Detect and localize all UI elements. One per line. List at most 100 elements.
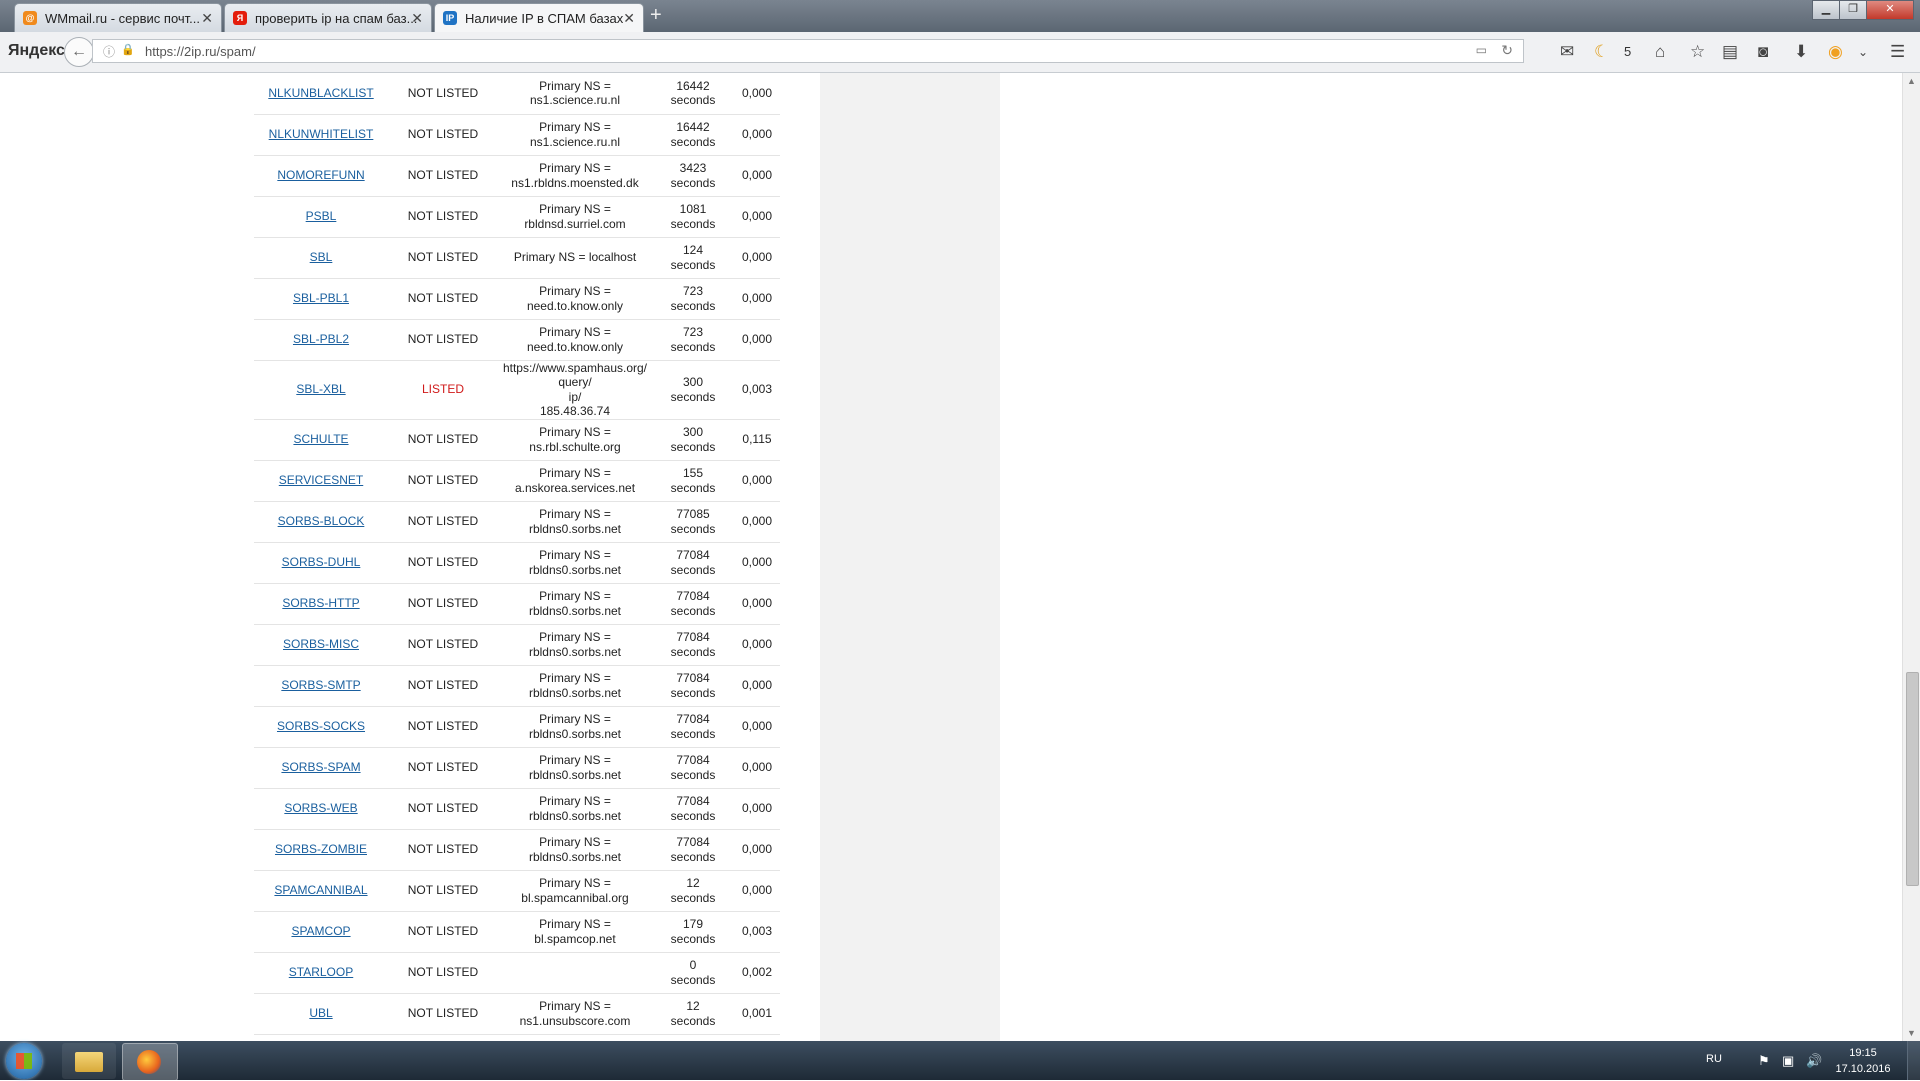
reader-view-icon[interactable]: ▭: [1476, 43, 1487, 57]
yandex-logo[interactable]: Яндекс: [8, 42, 65, 60]
lock-icon[interactable]: 🔒: [121, 43, 135, 56]
status-text: NOT LISTED: [407, 965, 479, 980]
ttl-line: 723: [682, 284, 704, 298]
blacklist-link[interactable]: SBL-PBL2: [293, 332, 349, 346]
response-time-cell: 0,000: [734, 747, 780, 789]
ttl-cell: 124 seconds: [652, 237, 734, 279]
pocket-icon[interactable]: ◙: [1758, 42, 1768, 62]
blacklist-name-cell: SORBS-SMTP: [254, 665, 388, 707]
ttl-line: 77084: [676, 835, 710, 849]
ns-line: rbldns0.sorbs.net: [528, 603, 622, 618]
home-icon[interactable]: ⌂: [1655, 42, 1665, 62]
close-icon[interactable]: ✕: [201, 4, 213, 32]
scroll-up-icon[interactable]: ▲: [1907, 76, 1916, 86]
mail-icon[interactable]: ✉: [1560, 42, 1574, 62]
show-desktop-button[interactable]: [1907, 1041, 1920, 1080]
close-icon[interactable]: ✕: [411, 4, 423, 32]
arrow-left-icon: ←: [71, 43, 87, 60]
maximize-button[interactable]: ❐: [1839, 0, 1867, 20]
blacklist-link[interactable]: SORBS-WEB: [284, 801, 357, 815]
vertical-scrollbar[interactable]: ▲ ▼: [1902, 73, 1920, 1041]
start-button[interactable]: [6, 1043, 42, 1079]
blacklist-name-cell: SORBS-SPAM: [254, 747, 388, 789]
ns-line: Primary NS =: [539, 589, 611, 603]
blacklist-link[interactable]: SORBS-SOCKS: [277, 719, 365, 733]
blacklist-link[interactable]: SERVICESNET: [279, 473, 363, 487]
response-time: 0,001: [741, 1006, 773, 1021]
ns-line: ns1.rbldns.moensted.dk: [511, 175, 639, 190]
scrollbar-thumb[interactable]: [1906, 672, 1919, 886]
address-bar[interactable]: ⓘ 🔒 https://2ip.ru/spam/ ▭ ↻: [92, 39, 1524, 63]
ttl-line: 1081: [679, 202, 707, 216]
blacklist-link[interactable]: SORBS-ZOMBIE: [275, 842, 367, 856]
ttl-line: 16442: [676, 78, 710, 93]
extension-icon[interactable]: ◉: [1828, 42, 1843, 62]
ns-line: rbldnsd.surriel.com: [524, 216, 626, 231]
blacklist-link[interactable]: SPAMCOP: [291, 924, 350, 938]
ttl-line: seconds: [670, 298, 716, 313]
flag-icon[interactable]: ⚑: [1758, 1053, 1770, 1069]
blacklist-link[interactable]: SORBS-MISC: [283, 637, 359, 651]
blacklist-link[interactable]: NLKUNWHITELIST: [269, 127, 374, 141]
table-row: SORBS-SPAM NOT LISTED Primary NS = rbldns0.…: [254, 747, 780, 789]
tab-2ip-spam[interactable]: IP Наличие IP в СПАМ базах ✕: [434, 3, 644, 32]
ns-line: Primary NS =: [539, 794, 611, 808]
ttl-line: seconds: [670, 931, 716, 946]
blacklist-link[interactable]: SBL-XBL: [296, 382, 345, 396]
bookmark-star-icon[interactable]: ☆: [1690, 42, 1705, 62]
response-time: 0,000: [741, 678, 773, 693]
scroll-down-icon[interactable]: ▼: [1907, 1028, 1916, 1038]
url-text[interactable]: https://2ip.ru/spam/: [145, 44, 256, 59]
ttl-cell: 77084 seconds: [652, 788, 734, 830]
back-button[interactable]: ←: [64, 37, 94, 67]
system-clock[interactable]: 19:15 17.10.2016: [1828, 1045, 1898, 1077]
ns-line: https://www.spamhaus.org/: [502, 360, 648, 375]
tab-yandex-search[interactable]: Я проверить ip на спам баз... ✕: [224, 3, 432, 32]
close-icon[interactable]: ✕: [623, 4, 635, 32]
bookmarks-list-icon[interactable]: ▤: [1722, 42, 1738, 62]
response-time-cell: 0,115: [734, 419, 780, 461]
blacklist-link[interactable]: STARLOOP: [289, 965, 353, 979]
new-tab-button[interactable]: +: [650, 4, 662, 27]
tab-wmmail[interactable]: @ WMmail.ru - сервис почт... ✕: [14, 3, 222, 32]
blacklist-link[interactable]: SPAMCANNIBAL: [274, 883, 367, 897]
blacklist-link[interactable]: SCHULTE: [293, 432, 348, 446]
table-row: SBL NOT LISTED Primary NS = localhost 124 se…: [254, 237, 780, 279]
table-row: SPAMCANNIBAL NOT LISTED Primary NS = bl.spa…: [254, 870, 780, 912]
close-window-button[interactable]: ✕: [1866, 0, 1914, 20]
status-cell: NOT LISTED: [388, 196, 498, 238]
blacklist-link[interactable]: NOMOREFUNN: [277, 168, 364, 182]
blacklist-name-cell: SBL: [254, 237, 388, 279]
blacklist-link[interactable]: SBL-PBL1: [293, 291, 349, 305]
blacklist-link[interactable]: SORBS-SMTP: [281, 678, 360, 692]
ttl-line: 77084: [676, 589, 710, 603]
blacklist-link[interactable]: NLKUNBLACKLIST: [268, 86, 373, 100]
blacklist-link[interactable]: SBL: [310, 250, 333, 264]
reload-icon[interactable]: ↻: [1501, 42, 1513, 59]
menu-icon[interactable]: ☰: [1890, 42, 1905, 62]
minimize-button[interactable]: ▁: [1812, 0, 1840, 20]
download-icon[interactable]: ⬇: [1794, 42, 1808, 62]
blacklist-name-cell: SORBS-BLOCK: [254, 501, 388, 543]
chevron-down-icon[interactable]: ⌄: [1858, 42, 1868, 62]
blacklist-link[interactable]: UBL: [309, 1006, 332, 1020]
status-cell: LISTED: [388, 360, 498, 420]
blacklist-link[interactable]: SORBS-HTTP: [282, 596, 359, 610]
response-time: 0,003: [741, 382, 773, 397]
blacklist-link[interactable]: SORBS-BLOCK: [278, 514, 365, 528]
blacklist-link[interactable]: PSBL: [306, 209, 337, 223]
volume-icon[interactable]: 🔊: [1806, 1053, 1822, 1069]
table-row: SBL-XBL LISTED https://www.spamhaus.org/qu…: [254, 360, 780, 420]
ttl-line: 179: [682, 917, 704, 931]
info-icon[interactable]: ⓘ: [103, 43, 115, 60]
status-cell: NOT LISTED: [388, 583, 498, 625]
explorer-taskbar-button[interactable]: [62, 1043, 116, 1079]
blacklist-link[interactable]: SORBS-DUHL: [282, 555, 361, 569]
language-indicator[interactable]: RU: [1706, 1053, 1722, 1065]
network-icon[interactable]: ▣: [1782, 1053, 1794, 1069]
firefox-taskbar-button[interactable]: [122, 1043, 178, 1081]
blacklist-link[interactable]: SORBS-SPAM: [281, 760, 360, 774]
ns-line: rbldns0.sorbs.net: [528, 644, 622, 659]
weather-icon[interactable]: ☾: [1594, 42, 1609, 62]
response-time-cell: 0,000: [734, 829, 780, 871]
